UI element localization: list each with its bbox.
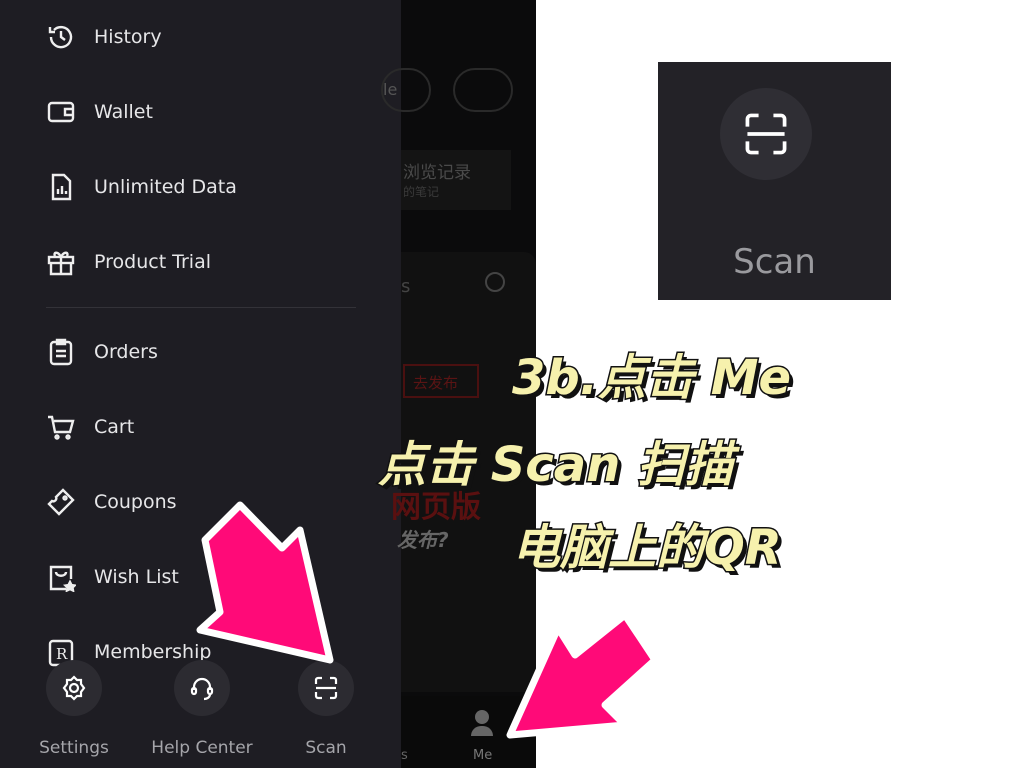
arrow-to-scan <box>196 501 334 664</box>
annotation-arrows <box>196 501 659 739</box>
arrow-to-me <box>506 611 659 739</box>
